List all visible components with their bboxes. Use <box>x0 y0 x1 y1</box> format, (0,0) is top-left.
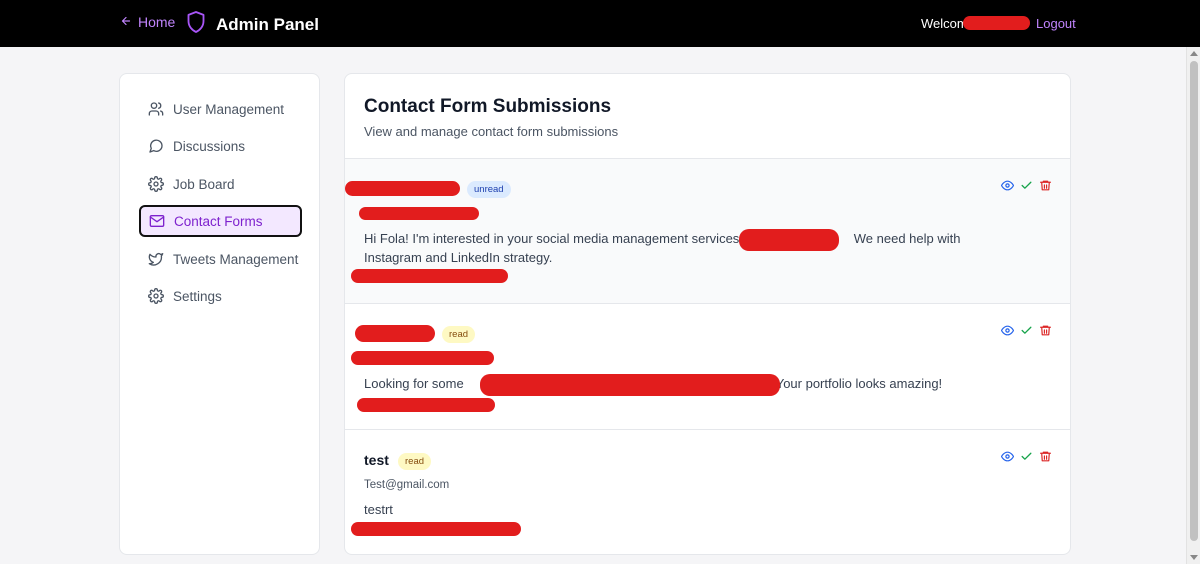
eye-icon[interactable] <box>1001 324 1014 337</box>
arrow-left-icon <box>120 14 132 30</box>
check-icon[interactable] <box>1020 450 1033 463</box>
redacted-name <box>355 325 435 342</box>
sidebar-item-label: Tweets Management <box>173 251 299 267</box>
submission-message: testrt <box>364 500 1014 519</box>
sidebar-item-label: Job Board <box>173 176 235 192</box>
status-badge: read <box>442 326 476 343</box>
gear-icon <box>148 288 164 304</box>
message-text-end: . Your portfolio looks amazing! <box>768 376 943 391</box>
mail-icon <box>149 213 165 229</box>
scroll-thumb[interactable] <box>1190 61 1198 541</box>
sidebar-item-contact-forms[interactable]: Contact Forms <box>139 205 302 237</box>
message-text-start: Hi Fola! I'm interested in your social m… <box>364 231 754 246</box>
trash-icon[interactable] <box>1039 179 1052 192</box>
sidebar-item-tweets-management[interactable]: Tweets Management <box>139 243 302 275</box>
users-icon <box>148 101 164 117</box>
submission-item: read Looking for some . Your portfolio lo… <box>345 304 1070 430</box>
status-badge: unread <box>467 181 511 198</box>
page-scrollbar[interactable] <box>1186 47 1200 564</box>
eye-icon[interactable] <box>1001 179 1014 192</box>
sidebar-item-label: User Management <box>173 101 285 117</box>
message-text-start: testrt <box>364 502 393 517</box>
sidebar-item-job-board[interactable]: Job Board <box>139 168 302 200</box>
redacted-date <box>351 522 521 536</box>
redacted-text <box>480 374 780 396</box>
page-title: Contact Form Submissions <box>364 96 612 117</box>
sidebar-item-settings[interactable]: Settings <box>139 280 302 312</box>
main-panel: Contact Form Submissions View and manage… <box>344 73 1071 555</box>
home-link[interactable]: Home <box>120 14 175 30</box>
scroll-up-arrow[interactable] <box>1190 51 1198 56</box>
check-icon[interactable] <box>1020 179 1033 192</box>
redacted-text <box>739 229 839 251</box>
sidebar-item-label: Contact Forms <box>174 213 263 229</box>
trash-icon[interactable] <box>1039 450 1052 463</box>
submission-message: Hi Fola! I'm interested in your social m… <box>364 229 1014 267</box>
logout-link[interactable]: Logout <box>1036 16 1076 31</box>
app-title: Admin Panel <box>216 14 319 34</box>
redacted-date <box>351 269 508 283</box>
submission-item: unread Hi Fola! I'm interested in your s… <box>345 159 1070 304</box>
redacted-email <box>351 351 494 365</box>
scroll-down-arrow[interactable] <box>1190 555 1198 560</box>
redacted-email <box>359 207 479 220</box>
trash-icon[interactable] <box>1039 324 1052 337</box>
twitter-icon <box>148 251 164 267</box>
submission-actions <box>1001 450 1052 463</box>
redacted-name <box>345 181 460 196</box>
panel-header: Contact Form Submissions View and manage… <box>345 74 1070 159</box>
shield-icon <box>186 10 206 39</box>
sidebar-item-label: Discussions <box>173 138 246 154</box>
message-circle-icon <box>148 138 164 154</box>
submission-actions <box>1001 179 1052 192</box>
redacted-username <box>963 16 1030 30</box>
redacted-date <box>357 398 495 412</box>
page-subtitle: View and manage contact form submissions <box>364 124 619 139</box>
sidebar-item-user-management[interactable]: User Management <box>139 93 302 125</box>
submission-item: test read Test@gmail.com testrt <box>345 430 1070 554</box>
status-badge: read <box>398 453 432 470</box>
check-icon[interactable] <box>1020 324 1033 337</box>
home-label: Home <box>138 14 176 30</box>
submission-name: test <box>364 452 389 468</box>
submission-actions <box>1001 324 1052 337</box>
eye-icon[interactable] <box>1001 450 1014 463</box>
gear-icon <box>148 176 164 192</box>
brand: Admin Panel <box>186 10 319 39</box>
sidebar-item-label: Settings <box>173 288 222 304</box>
sidebar: User Management Discussions Job Board Co… <box>119 73 320 555</box>
submission-email: Test@gmail.com <box>364 479 450 491</box>
top-navbar: Home Admin Panel Welcome Logout <box>0 0 1200 47</box>
message-text-start: Looking for some <box>364 376 464 391</box>
sidebar-item-discussions[interactable]: Discussions <box>139 130 302 162</box>
